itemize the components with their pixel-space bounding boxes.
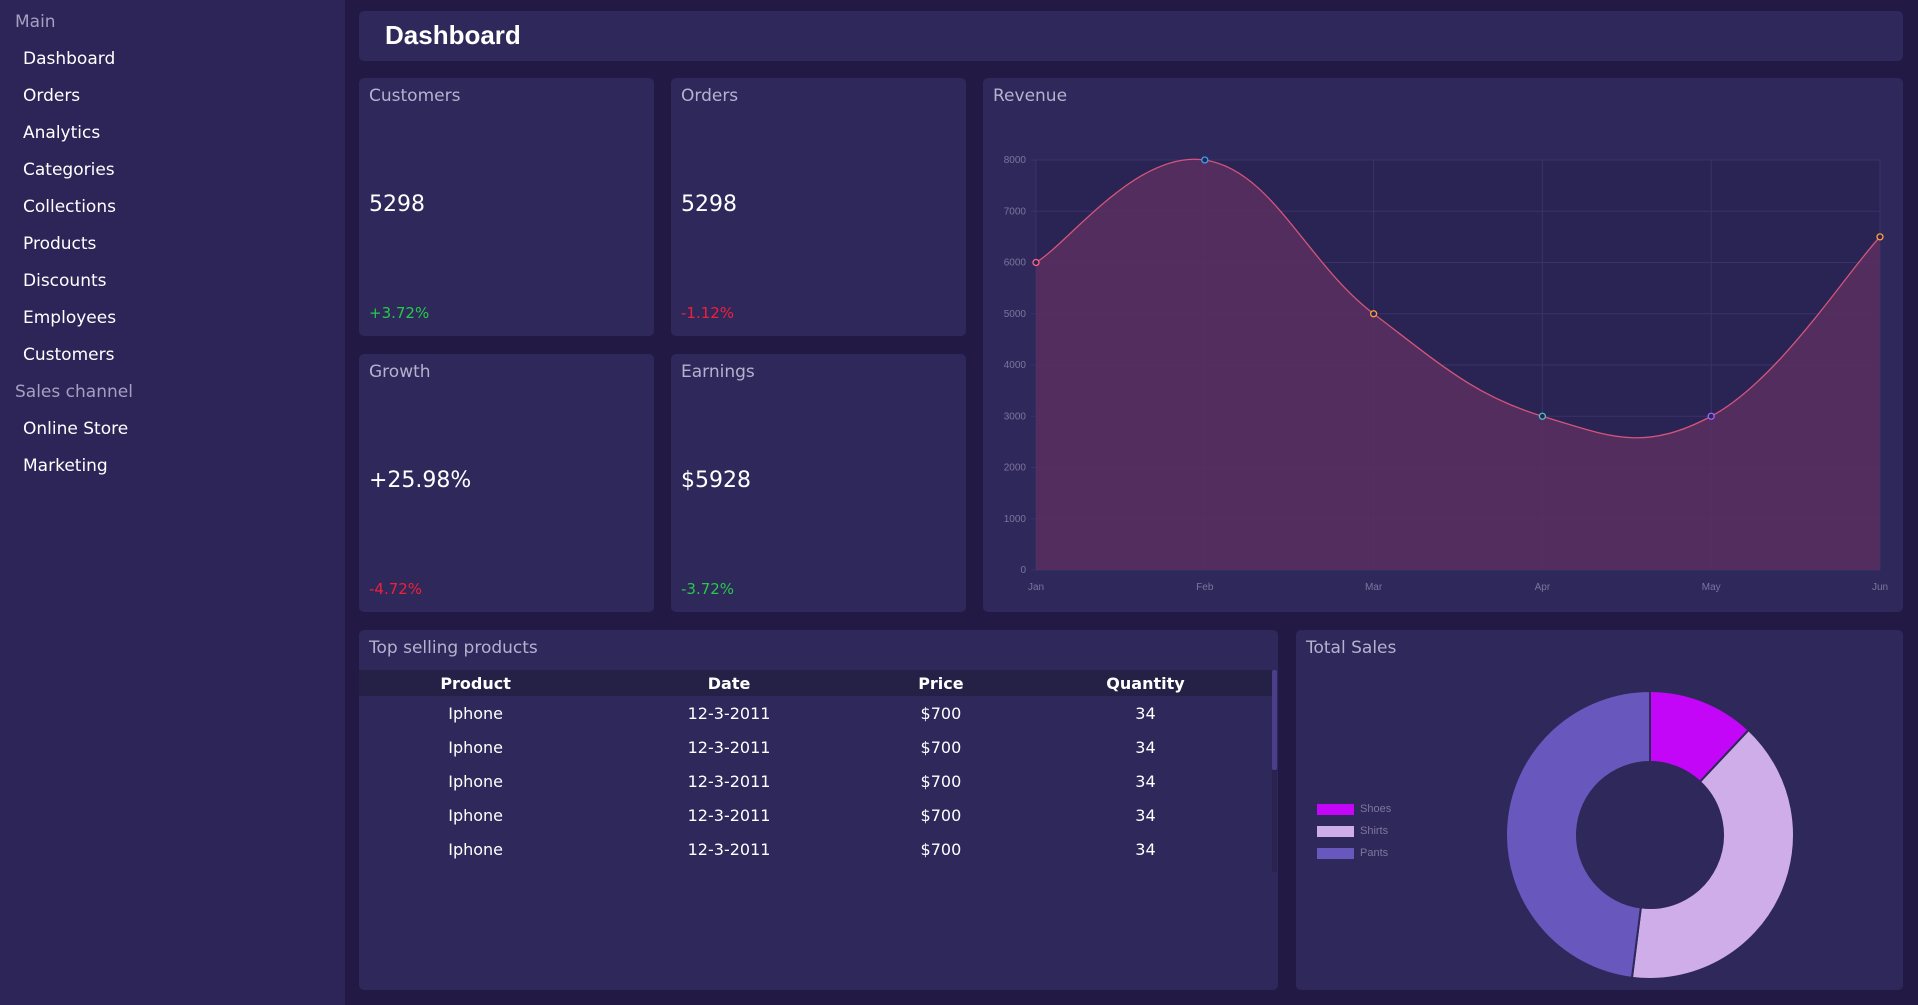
- column-header: Product: [359, 670, 593, 696]
- y-tick-label: 6000: [1004, 258, 1027, 269]
- stat-value: 5298: [681, 192, 737, 217]
- price-cell: $700: [920, 839, 962, 859]
- products-table: Product Date Price Quantity Iphone 12-3-…: [359, 670, 1275, 866]
- stat-value: 5298: [369, 192, 425, 217]
- y-tick-label: 0: [1020, 565, 1026, 576]
- revenue-card: Revenue 0 1000 2000 3000 4000 5000 6000 7000 800…: [983, 78, 1903, 612]
- sidebar-item-marketing[interactable]: Marketing: [0, 448, 345, 485]
- sidebar-item-orders[interactable]: Orders: [0, 78, 345, 115]
- quantity-cell: 34: [1135, 839, 1156, 859]
- stat-card-customers: Customers 5298 +3.72%: [359, 78, 654, 336]
- date-cell: 12-3-2011: [687, 839, 771, 859]
- stat-title: Orders: [681, 86, 739, 106]
- table-scrollbar[interactable]: [1272, 670, 1277, 872]
- date-cell: 12-3-2011: [687, 737, 771, 757]
- total-sales-chart: [1504, 689, 1795, 980]
- quantity-cell: 34: [1135, 805, 1156, 825]
- y-tick-label: 4000: [1004, 360, 1027, 371]
- y-tick-label: 3000: [1004, 411, 1027, 422]
- revenue-chart: 0 1000 2000 3000 4000 5000 6000 7000 8000 Jan Feb M…: [1004, 155, 1888, 593]
- y-tick-label: 5000: [1004, 309, 1027, 320]
- sidebar-section-sales-channel: Sales channel: [15, 382, 133, 402]
- quantity-cell: 34: [1135, 703, 1156, 723]
- date-cell: 12-3-2011: [687, 805, 771, 825]
- table-row: Iphone 12-3-2011 $700 34: [359, 798, 1275, 832]
- sidebar-item-analytics[interactable]: Analytics: [0, 115, 345, 152]
- stat-change: -3.72%: [681, 580, 735, 598]
- price-cell: $700: [920, 771, 962, 791]
- stat-title: Growth: [369, 362, 431, 382]
- x-tick-label: Feb: [1196, 582, 1214, 593]
- sidebar-section-main: Main: [15, 12, 56, 32]
- column-header: Date: [592, 670, 866, 696]
- x-tick-label: Mar: [1365, 582, 1383, 593]
- page-title: Dashboard: [385, 20, 521, 50]
- date-cell: 12-3-2011: [687, 703, 771, 723]
- stat-value: $5928: [681, 468, 751, 493]
- data-point: [1538, 412, 1547, 420]
- data-point: [1201, 156, 1209, 164]
- stat-card-orders: Orders 5298 -1.12%: [671, 78, 966, 336]
- data-point: [1032, 258, 1040, 267]
- product-cell: Iphone: [448, 805, 504, 825]
- price-cell: $700: [920, 703, 962, 723]
- donut-slice-shirts: [1630, 728, 1795, 980]
- price-cell: $700: [920, 805, 962, 825]
- product-cell: Iphone: [448, 839, 504, 859]
- date-cell: 12-3-2011: [687, 771, 771, 791]
- sidebar-item-collections[interactable]: Collections: [0, 189, 345, 226]
- table-row: Iphone 12-3-2011 $700 34: [359, 696, 1275, 730]
- stat-title: Customers: [369, 86, 461, 106]
- page-header: Dashboard: [359, 11, 1903, 61]
- sidebar-item-products[interactable]: Products: [0, 226, 345, 263]
- x-tick-label: Jun: [1872, 582, 1888, 593]
- product-cell: Iphone: [448, 771, 504, 791]
- scrollbar-thumb[interactable]: [1272, 670, 1277, 770]
- stat-value: +25.98%: [369, 468, 472, 493]
- data-point: [1707, 412, 1715, 420]
- sidebar-item-online-store[interactable]: Online Store: [0, 411, 345, 448]
- stat-change: +3.72%: [369, 304, 430, 322]
- quantity-cell: 34: [1135, 771, 1156, 791]
- table-row: Iphone 12-3-2011 $700 34: [359, 730, 1275, 764]
- product-cell: Iphone: [448, 737, 504, 757]
- stat-title: Earnings: [681, 362, 755, 382]
- sidebar-item-discounts[interactable]: Discounts: [0, 263, 345, 300]
- y-tick-label: 7000: [1004, 206, 1027, 217]
- table-row: Iphone 12-3-2011 $700 34: [359, 832, 1275, 866]
- top-products-title: Top selling products: [369, 638, 538, 658]
- donut-slice-pants: [1504, 689, 1651, 979]
- top-products-card: Top selling products Product Date Price …: [359, 630, 1278, 990]
- data-point: [1876, 233, 1884, 241]
- sidebar-item-dashboard[interactable]: Dashboard: [0, 41, 345, 78]
- sidebar-item-customers[interactable]: Customers: [0, 337, 345, 374]
- sidebar: Main Dashboard Orders Analytics Categori…: [0, 0, 345, 1005]
- quantity-cell: 34: [1135, 737, 1156, 757]
- x-tick-label: Jan: [1028, 582, 1044, 593]
- y-tick-label: 8000: [1004, 155, 1027, 166]
- total-sales-card: Total Sales Shoes Shirts Pants: [1296, 630, 1903, 990]
- product-cell: Iphone: [448, 703, 504, 723]
- table-row: Iphone 12-3-2011 $700 34: [359, 764, 1275, 798]
- sidebar-item-categories[interactable]: Categories: [0, 152, 345, 189]
- x-tick-label: Apr: [1535, 582, 1551, 593]
- column-header: Price: [865, 670, 1016, 696]
- price-cell: $700: [920, 737, 962, 757]
- y-tick-label: 2000: [1004, 463, 1027, 474]
- data-point: [1369, 310, 1378, 318]
- sidebar-item-employees[interactable]: Employees: [0, 300, 345, 337]
- table-header-row: Product Date Price Quantity: [359, 670, 1275, 696]
- stat-change: -4.72%: [369, 580, 423, 598]
- stat-card-growth: Growth +25.98% -4.72%: [359, 354, 654, 612]
- stat-change: -1.12%: [681, 304, 735, 322]
- stat-card-earnings: Earnings $5928 -3.72%: [671, 354, 966, 612]
- y-tick-label: 1000: [1004, 514, 1027, 525]
- column-header: Quantity: [1015, 670, 1275, 696]
- x-tick-label: May: [1702, 582, 1721, 593]
